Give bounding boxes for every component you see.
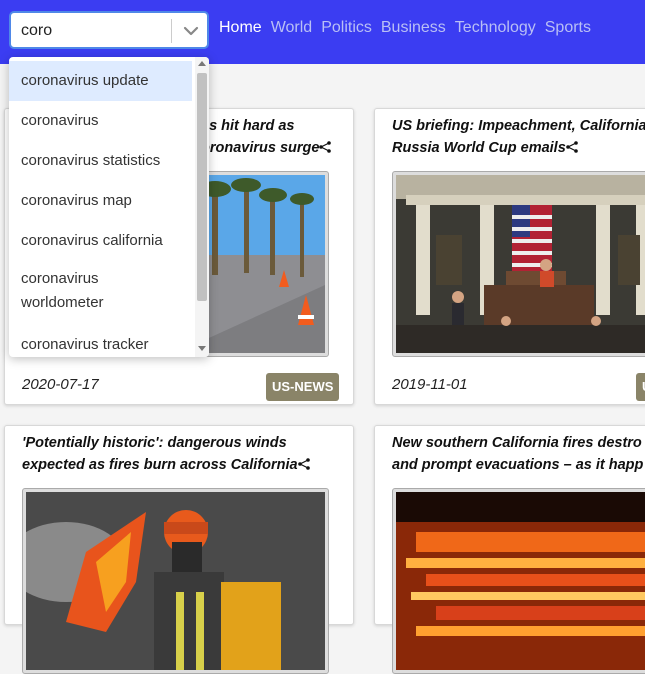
search-input[interactable] <box>21 20 171 42</box>
scrollbar-thumb[interactable] <box>197 73 207 301</box>
article-image[interactable] <box>22 488 329 674</box>
chevron-down-icon[interactable] <box>181 22 201 40</box>
article-card[interactable]: 'Potentially historic': dangerous winds … <box>4 425 354 674</box>
suggestion-option[interactable]: coronavirus tracker <box>9 325 192 357</box>
article-title-line: 'Potentially historic': dangerous winds <box>22 435 287 451</box>
fire-blaze-photo <box>396 492 645 670</box>
scroll-up-icon[interactable] <box>198 61 206 66</box>
nav-link-politics[interactable]: Politics <box>321 19 372 37</box>
share-icon[interactable] <box>565 141 578 153</box>
nav-link-business[interactable]: Business <box>381 19 446 37</box>
article-title-line: es hit hard as <box>201 118 295 134</box>
suggestion-option[interactable]: coronavirus statistics <box>9 141 192 181</box>
article-date: 2019-11-01 <box>392 376 468 393</box>
house-chamber-photo <box>396 175 645 353</box>
category-tag[interactable]: US-NEWS <box>266 373 340 401</box>
search-separator <box>171 19 172 43</box>
article-card[interactable]: New southern California fires destro and… <box>374 425 645 674</box>
article-title-line: Russia World Cup emails <box>392 140 566 156</box>
suggestion-option[interactable]: coronavirus <box>9 101 192 141</box>
article-card[interactable]: US briefing: Impeachment, California Rus… <box>374 108 645 405</box>
nav-links: Home World Politics Business Technology … <box>219 19 591 37</box>
share-icon[interactable] <box>319 141 332 153</box>
autocomplete-dropdown: coronavirus update coronavirus coronavir… <box>9 57 209 357</box>
article-title-line: and prompt evacuations – as it happ <box>392 457 644 473</box>
article-title[interactable]: US briefing: Impeachment, California Rus… <box>392 115 645 159</box>
article-title-line: oronavirus surge <box>201 140 320 156</box>
article-image[interactable] <box>392 488 645 674</box>
article-date: 2020-07-17 <box>22 376 99 393</box>
article-title-line: New southern California fires destro <box>392 435 642 451</box>
nav-link-technology[interactable]: Technology <box>455 19 536 37</box>
navbar: Home World Politics Business Technology … <box>0 0 645 64</box>
nav-link-sports[interactable]: Sports <box>545 19 591 37</box>
suggestion-option[interactable]: coronavirus worldometer <box>9 267 129 319</box>
nav-link-world[interactable]: World <box>271 19 313 37</box>
category-tag[interactable]: U <box>636 373 645 401</box>
article-title[interactable]: New southern California fires destro and… <box>392 432 645 476</box>
article-title-line: US briefing: Impeachment, California <box>392 118 645 134</box>
article-image[interactable] <box>392 171 645 357</box>
article-title[interactable]: es hit hard as oronavirus surge <box>201 115 351 159</box>
suggestion-option[interactable]: coronavirus map <box>9 181 192 221</box>
firefighter-photo <box>23 492 325 670</box>
nav-link-home[interactable]: Home <box>219 19 262 37</box>
suggestion-option[interactable]: coronavirus update <box>9 61 192 101</box>
scroll-down-icon[interactable] <box>198 346 206 351</box>
article-title-line: expected as fires burn across California <box>22 457 298 473</box>
article-title[interactable]: 'Potentially historic': dangerous winds … <box>22 432 342 476</box>
share-icon[interactable] <box>297 458 310 470</box>
search-combobox[interactable] <box>9 11 209 49</box>
suggestion-option[interactable]: coronavirus california <box>9 221 192 261</box>
